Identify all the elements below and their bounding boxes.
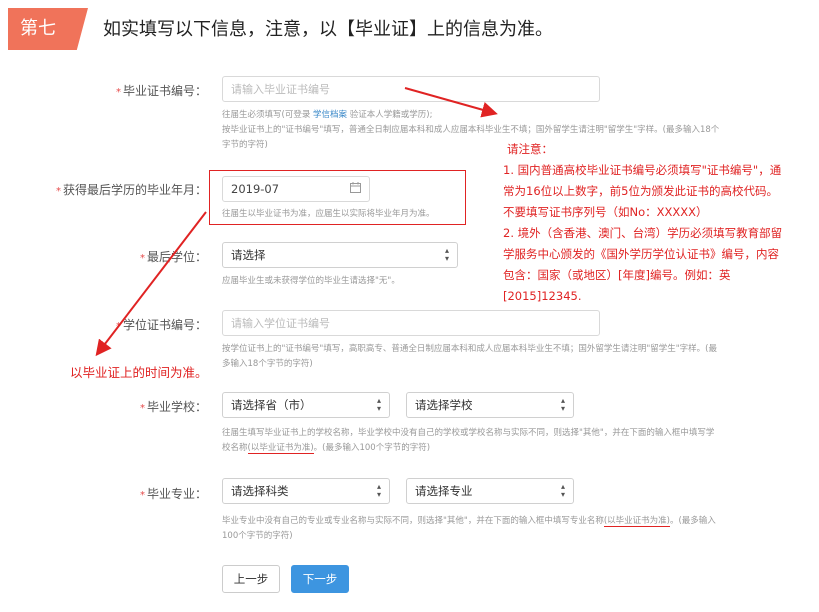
annotation-arrows	[95, 87, 498, 357]
arrow-to-note	[404, 87, 498, 118]
arrow-to-left-note	[95, 211, 207, 357]
